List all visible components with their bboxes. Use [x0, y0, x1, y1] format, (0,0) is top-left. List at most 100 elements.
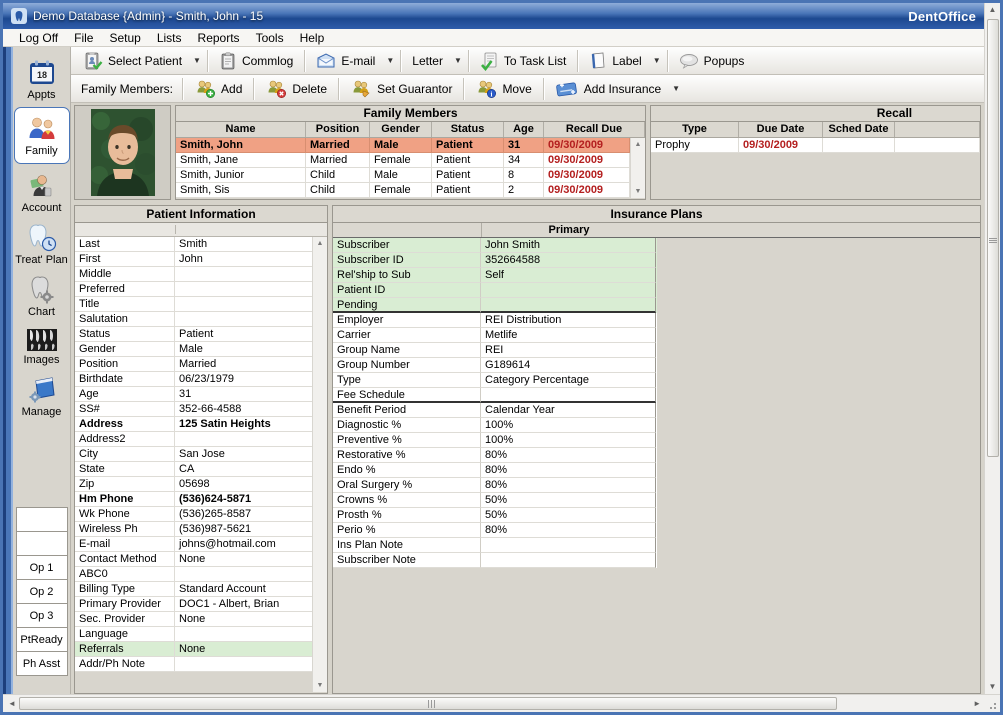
sidebar-item-chart[interactable]: Chart [14, 272, 70, 321]
recall-row[interactable]: Prophy 09/30/2009 [651, 138, 980, 153]
family-member-row[interactable]: Smith, John Married Male Patient 31 09/3… [176, 138, 630, 153]
delete-family-member-button[interactable]: Delete [257, 77, 335, 101]
patient-info-row[interactable]: Age 31 [75, 387, 312, 402]
patient-info-row[interactable]: State CA [75, 462, 312, 477]
patient-info-scrollbar[interactable]: ▲ ▼ [312, 237, 327, 692]
insurance-row[interactable]: Group Name REI [333, 343, 657, 358]
menu-help[interactable]: Help [292, 30, 333, 46]
insurance-row[interactable]: Prosth % 50% [333, 508, 657, 523]
menu-tools[interactable]: Tools [248, 30, 292, 46]
patient-info-row[interactable]: Gender Male [75, 342, 312, 357]
add-insurance-button[interactable]: Add Insurance [547, 77, 669, 101]
menu-log-off[interactable]: Log Off [11, 30, 66, 46]
insurance-row[interactable]: Fee Schedule [333, 388, 657, 403]
email-dropdown-arrow[interactable]: ▼ [383, 54, 397, 67]
family-table-scrollbar[interactable]: ▲ ▼ [630, 138, 645, 198]
patient-info-row[interactable]: E-mail johns@hotmail.com [75, 537, 312, 552]
add-family-member-button[interactable]: Add [186, 77, 250, 101]
insurance-row[interactable]: Subscriber ID 352664588 [333, 253, 657, 268]
scroll-up-icon[interactable]: ▲ [631, 138, 645, 151]
patient-info-row[interactable]: Addr/Ph Note [75, 657, 312, 672]
insurance-row[interactable]: Type Category Percentage [333, 373, 657, 388]
operatory-button[interactable] [16, 531, 68, 556]
insurance-row[interactable]: Carrier Metlife [333, 328, 657, 343]
patient-info-row[interactable]: First John [75, 252, 312, 267]
family-member-row[interactable]: Smith, Jane Married Female Patient 34 09… [176, 153, 630, 168]
patient-info-row[interactable]: Wk Phone (536)265-8587 [75, 507, 312, 522]
insurance-row[interactable]: Subscriber Note [333, 553, 657, 568]
patient-info-row[interactable]: Billing Type Standard Account [75, 582, 312, 597]
popups-button[interactable]: Popups [671, 49, 753, 73]
family-member-row[interactable]: Smith, Sis Child Female Patient 2 09/30/… [176, 183, 630, 198]
letter-dropdown-arrow[interactable]: ▼ [451, 54, 465, 67]
menu-lists[interactable]: Lists [149, 30, 190, 46]
patient-info-row[interactable]: ABC0 [75, 567, 312, 582]
insurance-row[interactable]: Diagnostic % 100% [333, 418, 657, 433]
patient-info-row[interactable]: Referrals None [75, 642, 312, 657]
scroll-down-icon[interactable]: ▼ [313, 679, 327, 692]
patient-info-row[interactable]: Zip 05698 [75, 477, 312, 492]
operatory-button[interactable]: Op 1 [16, 555, 68, 580]
patient-info-row[interactable]: Birthdate 06/23/1979 [75, 372, 312, 387]
letter-button[interactable]: Letter [404, 49, 451, 73]
operatory-button[interactable] [16, 507, 68, 532]
select-patient-button[interactable]: Select Patient [75, 49, 190, 73]
insurance-row[interactable]: Crowns % 50% [333, 493, 657, 508]
select-patient-dropdown-arrow[interactable]: ▼ [190, 54, 204, 67]
patient-info-row[interactable]: Salutation [75, 312, 312, 327]
vertical-scrollbar-thumb[interactable] [987, 19, 999, 457]
move-family-member-button[interactable]: i Move [467, 77, 539, 101]
scroll-right-icon[interactable]: ► [970, 697, 984, 711]
sidebar-item-images[interactable]: Images [14, 324, 70, 369]
operatory-button[interactable]: Ph Asst [16, 651, 68, 676]
patient-info-row[interactable]: Position Married [75, 357, 312, 372]
operatory-button[interactable]: Op 3 [16, 603, 68, 628]
sidebar-item-family[interactable]: Family [14, 107, 70, 164]
resize-grip[interactable] [984, 697, 998, 711]
insurance-row[interactable]: Perio % 80% [333, 523, 657, 538]
insurance-row[interactable]: Group Number G189614 [333, 358, 657, 373]
patient-info-row[interactable]: City San Jose [75, 447, 312, 462]
insurance-row[interactable]: Preventive % 100% [333, 433, 657, 448]
insurance-row[interactable]: Restorative % 80% [333, 448, 657, 463]
horizontal-scrollbar[interactable]: ◄ ► [3, 694, 1000, 712]
sidebar-item-account[interactable]: Account [14, 168, 70, 217]
sidebar-item-manage[interactable]: Manage [14, 372, 70, 421]
patient-info-row[interactable]: Primary Provider DOC1 - Albert, Brian [75, 597, 312, 612]
patient-info-row[interactable]: Status Patient [75, 327, 312, 342]
sidebar-item-treat-plan[interactable]: Treat' Plan [14, 220, 70, 269]
email-button[interactable]: E-mail [308, 49, 383, 73]
operatory-button[interactable]: PtReady [16, 627, 68, 652]
scroll-up-icon[interactable]: ▲ [986, 3, 1000, 17]
family-member-row[interactable]: Smith, Junior Child Male Patient 8 09/30… [176, 168, 630, 183]
horizontal-scrollbar-thumb[interactable] [19, 697, 837, 710]
menu-setup[interactable]: Setup [101, 30, 148, 46]
scroll-down-icon[interactable]: ▼ [631, 185, 645, 198]
add-insurance-dropdown-arrow[interactable]: ▼ [669, 82, 683, 95]
insurance-row[interactable]: Rel'ship to Sub Self [333, 268, 657, 283]
insurance-row[interactable]: Benefit Period Calendar Year [333, 403, 657, 418]
insurance-row[interactable]: Endo % 80% [333, 463, 657, 478]
patient-info-row[interactable]: Middle [75, 267, 312, 282]
patient-info-row[interactable]: Wireless Ph (536)987-5621 [75, 522, 312, 537]
patient-info-row[interactable]: Last Smith [75, 237, 312, 252]
patient-info-row[interactable]: Address 125 Satin Heights [75, 417, 312, 432]
patient-info-row[interactable]: Sec. Provider None [75, 612, 312, 627]
patient-info-row[interactable]: Language [75, 627, 312, 642]
patient-info-row[interactable]: Preferred [75, 282, 312, 297]
scroll-down-icon[interactable]: ▼ [986, 680, 1000, 694]
operatory-button[interactable]: Op 2 [16, 579, 68, 604]
insurance-row[interactable]: Patient ID [333, 283, 657, 298]
sidebar-item-appts[interactable]: 18 Appts [14, 55, 70, 104]
patient-info-row[interactable]: Address2 [75, 432, 312, 447]
vertical-scrollbar[interactable]: ▲ ▼ [984, 3, 1000, 694]
patient-info-row[interactable]: SS# 352-66-4588 [75, 402, 312, 417]
menu-reports[interactable]: Reports [190, 30, 248, 46]
scroll-up-icon[interactable]: ▲ [313, 237, 327, 250]
menu-file[interactable]: File [66, 30, 101, 46]
to-task-list-button[interactable]: To Task List [472, 49, 574, 73]
patient-info-row[interactable]: Contact Method None [75, 552, 312, 567]
scroll-left-icon[interactable]: ◄ [5, 697, 19, 711]
label-button[interactable]: Label [581, 49, 649, 73]
insurance-row[interactable]: Pending [333, 298, 657, 313]
